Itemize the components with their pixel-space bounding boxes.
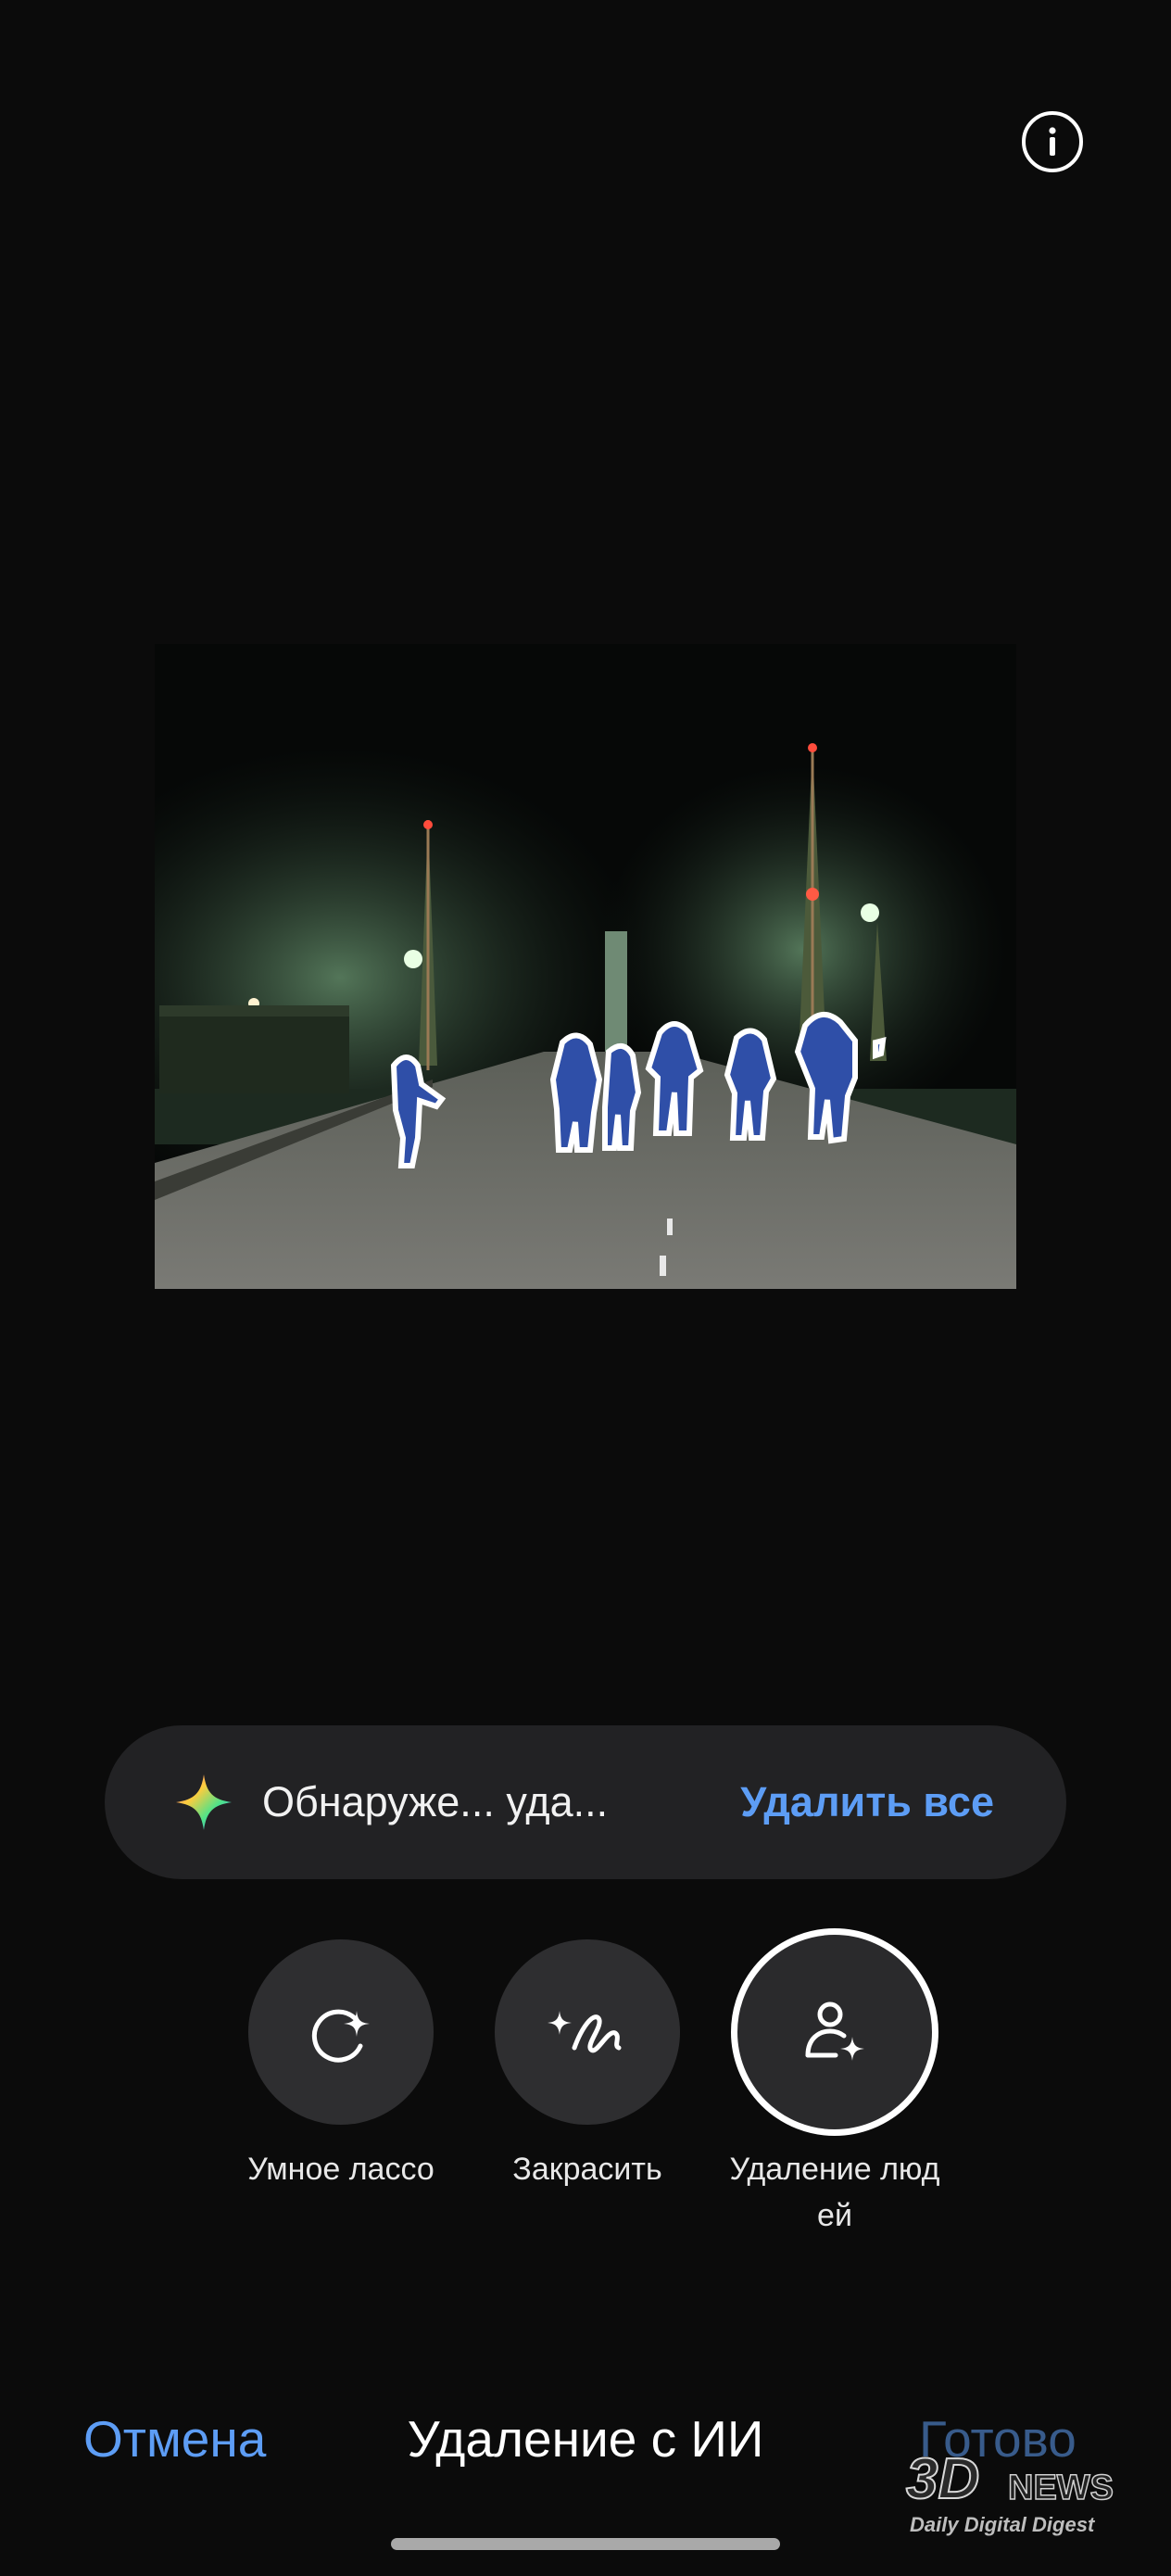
- home-indicator[interactable]: [391, 2538, 780, 2550]
- delete-all-button[interactable]: Удалить все: [740, 1725, 994, 1879]
- watermark-logo: 3D NEWS Daily Digital Digest: [905, 2446, 1138, 2539]
- photo-preview[interactable]: [155, 644, 1016, 1289]
- remove-people-label: Удаление люд ей: [729, 2152, 940, 2233]
- watermark-news: NEWS: [1007, 2468, 1114, 2508]
- ai-sparkle-icon: [176, 1774, 232, 1830]
- smart-lasso-button[interactable]: [248, 1939, 434, 2125]
- smart-lasso-icon: [311, 2009, 370, 2063]
- paint-over-label: Закрасить: [512, 2152, 662, 2187]
- paint-over-icon: [548, 2011, 622, 2053]
- remove-people-icon: [805, 2001, 864, 2061]
- watermark-subtitle: Daily Digital Digest: [910, 2513, 1095, 2536]
- remove-people-button[interactable]: [731, 1928, 938, 2136]
- smart-lasso-label: Умное лассо: [247, 2152, 434, 2187]
- info-icon: [1049, 127, 1056, 156]
- info-button[interactable]: [1022, 111, 1083, 172]
- detection-status-text: Обнаруже... уда...: [262, 1778, 609, 1825]
- detection-banner: Обнаруже... уда... Удалить все: [105, 1725, 1066, 1879]
- watermark-3d: 3D: [905, 2446, 980, 2512]
- paint-over-button[interactable]: [495, 1939, 680, 2125]
- night-launchpad-photo: [155, 644, 1016, 1289]
